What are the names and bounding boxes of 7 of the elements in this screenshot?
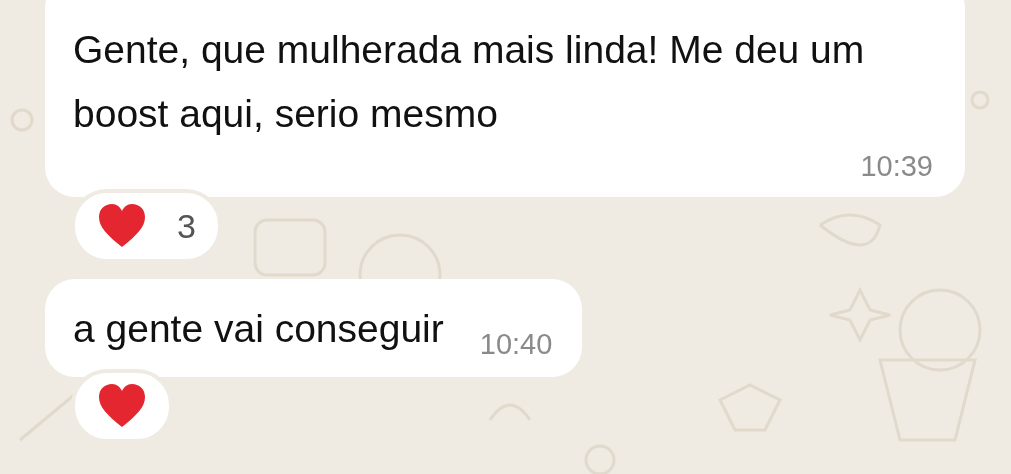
message-time: 10:39 bbox=[860, 150, 933, 183]
message-time: 10:40 bbox=[479, 328, 553, 361]
heart-icon bbox=[97, 203, 147, 249]
message-text: a gente vai conseguir bbox=[73, 306, 444, 352]
reaction-count: 3 bbox=[177, 206, 196, 246]
heart-icon bbox=[97, 383, 147, 429]
message-text: Gente, que mulherada mais linda! Me deu um boost aqui, serio mesmo bbox=[73, 27, 866, 137]
